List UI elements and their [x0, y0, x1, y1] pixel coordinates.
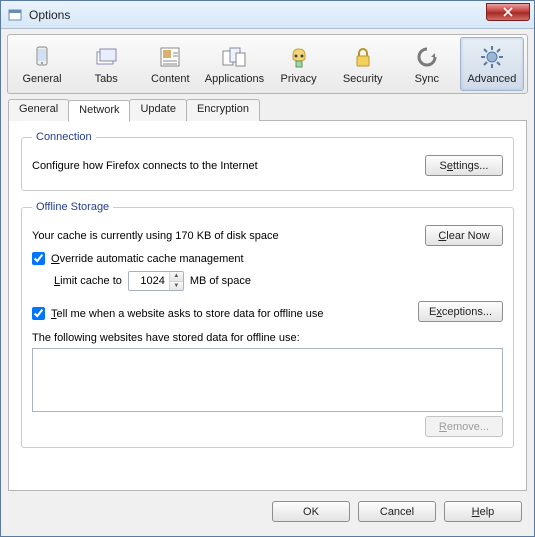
category-label: Security: [343, 73, 383, 85]
dialog-footer: OK Cancel Help: [1, 491, 534, 536]
subtab-encryption[interactable]: Encryption: [186, 99, 260, 121]
category-label: Sync: [415, 73, 439, 85]
connection-legend: Connection: [32, 131, 96, 143]
category-label: Tabs: [95, 73, 118, 85]
limit-cache-label-post: MB of space: [190, 275, 251, 287]
override-cache-label[interactable]: Override automatic cache management: [51, 253, 244, 265]
titlebar: Options: [1, 1, 534, 29]
cache-usage-text: Your cache is currently using 170 KB of …: [32, 230, 425, 242]
category-privacy[interactable]: Privacy: [268, 37, 330, 91]
network-panel: Connection Configure how Firefox connect…: [8, 120, 527, 491]
applications-icon: [220, 43, 248, 71]
category-general[interactable]: General: [11, 37, 73, 91]
content-icon: [156, 43, 184, 71]
chevron-down-icon[interactable]: ▼: [170, 282, 183, 291]
advanced-icon: [478, 43, 506, 71]
offline-storage-group: Offline Storage Your cache is currently …: [21, 201, 514, 448]
options-window: Options General Tabs Content Application…: [0, 0, 535, 537]
override-cache-checkbox[interactable]: [32, 252, 45, 265]
close-icon: [503, 7, 513, 17]
window-title: Options: [29, 8, 70, 22]
category-content[interactable]: Content: [139, 37, 201, 91]
category-sync[interactable]: Sync: [396, 37, 458, 91]
category-advanced[interactable]: Advanced: [460, 37, 524, 91]
help-button[interactable]: Help: [444, 501, 522, 522]
tell-offline-label[interactable]: Tell me when a website asks to store dat…: [51, 308, 324, 320]
content-area: General Network Update Encryption Connec…: [8, 99, 527, 491]
cache-size-input[interactable]: [129, 275, 169, 287]
stored-sites-list[interactable]: [32, 348, 503, 412]
category-label: Advanced: [467, 73, 516, 85]
tell-offline-checkbox[interactable]: [32, 307, 45, 320]
remove-button: Remove...: [425, 416, 503, 437]
spinner-arrows[interactable]: ▲ ▼: [169, 272, 183, 290]
category-label: Privacy: [281, 73, 317, 85]
cache-size-spinner[interactable]: ▲ ▼: [128, 271, 184, 291]
ok-button[interactable]: OK: [272, 501, 350, 522]
exceptions-button[interactable]: Exceptions...: [418, 301, 503, 322]
subtab-network[interactable]: Network: [68, 100, 130, 122]
cancel-button[interactable]: Cancel: [358, 501, 436, 522]
category-label: Applications: [205, 73, 264, 85]
connection-desc: Configure how Firefox connects to the In…: [32, 160, 425, 172]
offline-legend: Offline Storage: [32, 201, 113, 213]
subtab-general[interactable]: General: [8, 99, 69, 121]
chevron-up-icon[interactable]: ▲: [170, 272, 183, 282]
limit-cache-label-pre: Limit cache to: [54, 275, 122, 287]
subtabs: General Network Update Encryption: [8, 99, 527, 121]
stored-sites-label: The following websites have stored data …: [32, 332, 503, 344]
category-tabs[interactable]: Tabs: [75, 37, 137, 91]
category-label: Content: [151, 73, 190, 85]
subtab-update[interactable]: Update: [129, 99, 186, 121]
privacy-icon: [285, 43, 313, 71]
connection-group: Connection Configure how Firefox connect…: [21, 131, 514, 191]
window-icon: [7, 7, 23, 23]
tabs-icon: [92, 43, 120, 71]
category-label: General: [22, 73, 61, 85]
category-security[interactable]: Security: [332, 37, 394, 91]
settings-button[interactable]: Settings...: [425, 155, 503, 176]
limit-cache-row: Limit cache to ▲ ▼ MB of space: [54, 271, 503, 291]
category-applications[interactable]: Applications: [203, 37, 265, 91]
category-toolbar: General Tabs Content Applications Privac…: [7, 34, 528, 94]
security-icon: [349, 43, 377, 71]
sync-icon: [413, 43, 441, 71]
close-button[interactable]: [486, 3, 530, 21]
general-icon: [28, 43, 56, 71]
clear-now-button[interactable]: Clear Now: [425, 225, 503, 246]
